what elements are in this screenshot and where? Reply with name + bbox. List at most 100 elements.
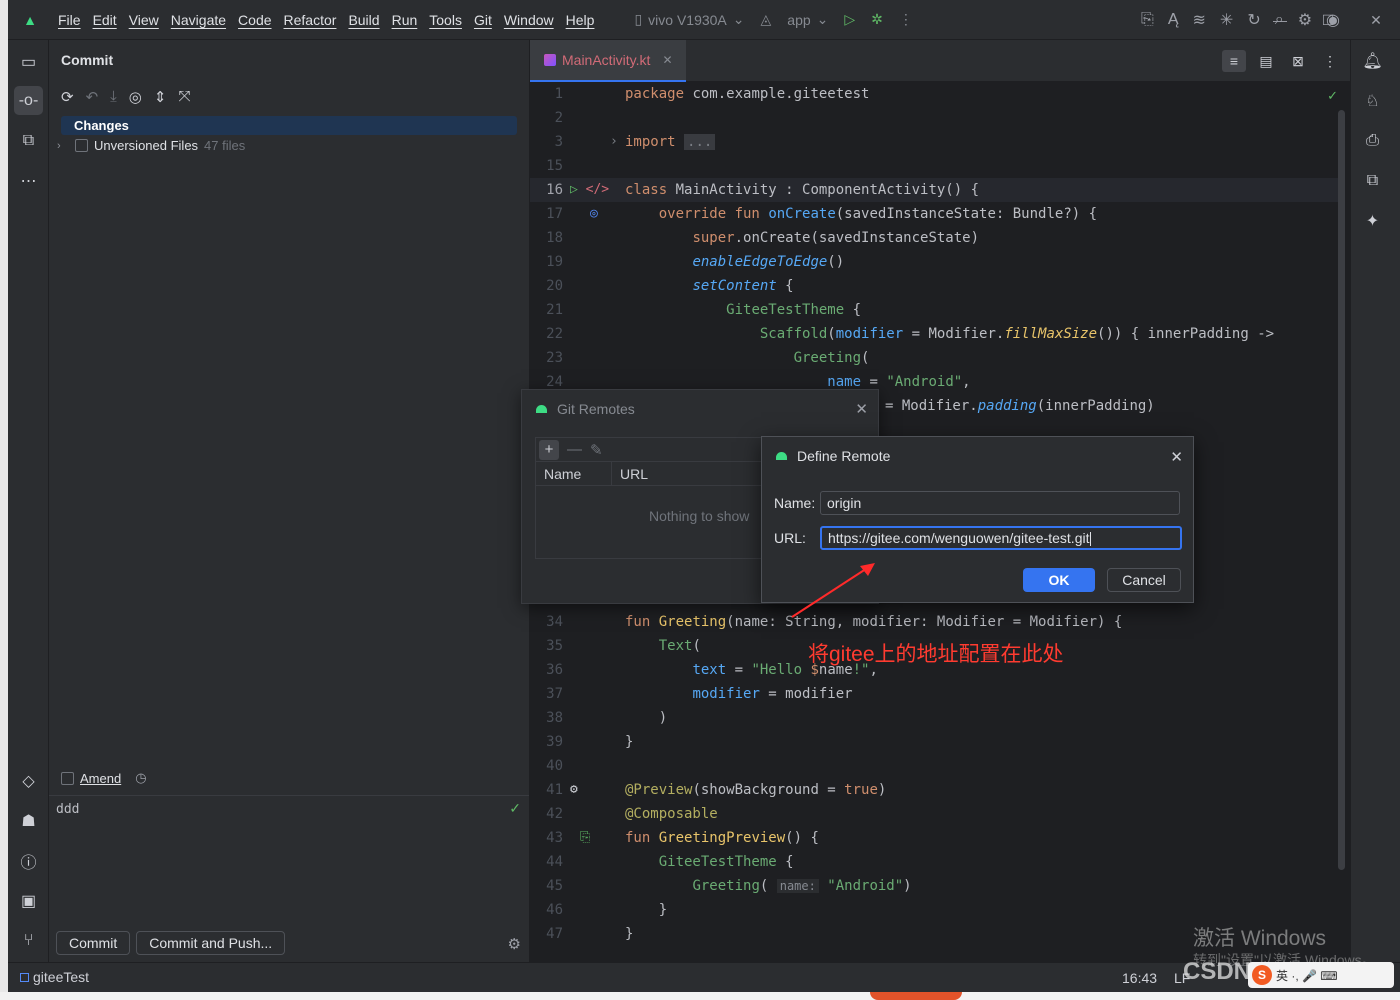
logcat-icon[interactable]: ☗ xyxy=(14,806,43,835)
commit-and-push-button[interactable]: Commit and Push... xyxy=(136,931,286,955)
maximize-icon[interactable]: ☐ xyxy=(1304,0,1352,40)
more-actions-icon[interactable]: ⋮ xyxy=(899,11,913,28)
close-icon[interactable]: ✕ xyxy=(855,400,868,418)
commit-tool-icon[interactable]: -o- xyxy=(14,86,43,115)
code-line: 21 GiteeTestTheme { xyxy=(546,302,862,318)
profiler-icon[interactable]: ≋ xyxy=(1193,10,1206,30)
chevron-right-icon[interactable]: › xyxy=(57,140,69,152)
code-line: 42 @Composable xyxy=(546,806,718,822)
code-line: 1 package com.example.giteetest xyxy=(554,86,870,102)
commit-panel: Commit ⟳ ↶ ⤓ ◎ ⇕ ⤧ Changes › Unversioned… xyxy=(49,40,530,962)
debug-icon[interactable]: ✲ xyxy=(871,11,883,28)
title-menu-bar: ▲ File Edit View Navigate Code Refactor … xyxy=(8,0,1400,40)
run-config-selector[interactable]: app xyxy=(787,12,810,28)
more-options-icon[interactable]: ⋮ xyxy=(1318,50,1342,72)
ok-button[interactable]: OK xyxy=(1023,568,1095,592)
eye-icon[interactable]: ◎ xyxy=(129,88,142,106)
close-tab-icon[interactable]: ✕ xyxy=(662,53,672,67)
panel-title: Commit xyxy=(61,52,114,68)
collapse-all-icon[interactable]: ⤧ xyxy=(178,88,190,106)
url-field[interactable]: https://gitee.com/wenguowen/gitee-test.g… xyxy=(820,526,1182,550)
menu-window[interactable]: Window xyxy=(498,0,560,40)
remove-remote-icon[interactable]: — xyxy=(567,441,582,458)
close-icon[interactable]: ✕ xyxy=(1170,448,1183,466)
menu-tools[interactable]: Tools xyxy=(423,0,468,40)
commit-message-text[interactable]: ddd xyxy=(56,802,79,817)
menu-edit[interactable]: Edit xyxy=(87,0,123,40)
history-clock-icon[interactable]: ◷ xyxy=(135,770,146,786)
run-gutter-icon[interactable]: ▷ </> xyxy=(570,178,610,202)
commit-button[interactable]: Commit xyxy=(56,931,131,955)
refresh-icon[interactable]: ⟳ xyxy=(61,88,74,106)
amend-checkbox[interactable] xyxy=(61,771,74,785)
tab-main-activity[interactable]: MainActivity.kt ✕ xyxy=(530,40,686,82)
changes-group[interactable]: Changes xyxy=(61,116,517,135)
close-window-icon[interactable]: ✕ xyxy=(1352,0,1400,40)
annotation-text: 将gitee上的地址配置在此处 xyxy=(808,643,1064,666)
project-name: giteeTest xyxy=(33,969,90,985)
device-manager-icon[interactable]: ⎘ xyxy=(1141,11,1154,29)
code-line: 23 Greeting( xyxy=(546,350,870,366)
app-inspection-icon[interactable]: ✳ xyxy=(1220,10,1233,30)
menu-help[interactable]: Help xyxy=(560,0,601,40)
menu-run[interactable]: Run xyxy=(386,0,424,40)
code-line: 44 GiteeTestTheme { xyxy=(546,854,794,870)
expand-all-icon[interactable]: ⇕ xyxy=(154,88,167,106)
terminal-icon[interactable]: ▣ xyxy=(14,886,43,915)
activation-watermark-title: 激活 Windows xyxy=(1193,927,1327,950)
check-icon: ✓ xyxy=(509,800,521,816)
column-url[interactable]: URL xyxy=(612,462,648,485)
editor-scrollbar[interactable] xyxy=(1338,110,1345,870)
gem-icon[interactable]: ◇ xyxy=(14,766,43,795)
android-icon xyxy=(776,452,787,460)
unversioned-files-row[interactable]: › Unversioned Files 47 files xyxy=(57,138,245,153)
translate-icon[interactable]: Ą xyxy=(1168,11,1179,29)
caret-position[interactable]: 16:43 xyxy=(1122,970,1157,986)
window-left-edge xyxy=(0,0,8,1000)
cancel-button[interactable]: Cancel xyxy=(1107,568,1181,592)
structure-icon[interactable]: ⧉ xyxy=(14,126,43,155)
override-gutter-icon[interactable]: ◎ xyxy=(590,202,630,226)
minimize-icon[interactable]: — xyxy=(1256,0,1304,40)
commit-message-area[interactable]: ddd ✓ xyxy=(49,795,529,920)
menu-build[interactable]: Build xyxy=(342,0,385,40)
project-breadcrumb[interactable]: giteeTest xyxy=(20,969,89,985)
code-line: 20 setContent { xyxy=(546,278,794,294)
name-field[interactable]: origin xyxy=(820,491,1180,515)
dialog-title: Define Remote xyxy=(797,448,891,464)
code-line: 16 ▷ </> class MainActivity : ComponentAct… xyxy=(530,178,1338,202)
device-selector[interactable]: vivo V1930A xyxy=(648,12,727,28)
code-view-icon[interactable]: ≡ xyxy=(1222,50,1246,72)
menu-navigate[interactable]: Navigate xyxy=(165,0,232,40)
gemini-sparkle-icon[interactable]: ✦ xyxy=(1358,206,1387,235)
notifications-bell-icon[interactable]: 🔔︎ xyxy=(1358,46,1387,75)
menu-file[interactable]: File xyxy=(52,0,87,40)
design-view-icon[interactable]: ⊠ xyxy=(1286,50,1310,72)
menu-git[interactable]: Git xyxy=(468,0,498,40)
preview-run-icon[interactable]: ⎘ xyxy=(580,826,620,850)
preview-gear-icon[interactable]: ⚙ xyxy=(570,778,610,802)
unversioned-checkbox[interactable] xyxy=(75,139,88,152)
project-folder-icon[interactable]: ▭ xyxy=(14,47,43,76)
more-tools-icon[interactable]: ⋯ xyxy=(14,166,43,195)
rollback-icon[interactable]: ↶ xyxy=(86,88,99,106)
edit-remote-icon[interactable]: ✎ xyxy=(590,441,603,459)
column-name[interactable]: Name xyxy=(536,462,612,485)
git-branch-icon[interactable]: ⑂ xyxy=(14,926,43,955)
editor-view-modes: ≡ ▤ ⊠ ⋮ xyxy=(1222,50,1342,72)
problems-icon[interactable]: ⓘ xyxy=(14,846,43,875)
menu-view[interactable]: View xyxy=(123,0,165,40)
device-file-explorer-icon[interactable]: ⎙ xyxy=(1358,126,1387,155)
menu-refactor[interactable]: Refactor xyxy=(278,0,343,40)
annotation-arrow xyxy=(791,563,875,618)
amend-label[interactable]: Amend xyxy=(80,771,121,786)
commit-options-gear-icon[interactable]: ⚙ xyxy=(508,935,521,953)
running-devices-icon[interactable]: ⧉ xyxy=(1358,166,1387,195)
android-icon xyxy=(536,405,547,413)
split-view-icon[interactable]: ▤ xyxy=(1254,50,1278,72)
run-icon[interactable]: ▷ xyxy=(844,11,855,28)
shelve-icon[interactable]: ⤓ xyxy=(110,88,117,106)
add-remote-icon[interactable]: + xyxy=(539,439,559,460)
menu-code[interactable]: Code xyxy=(232,0,277,40)
gradle-icon[interactable]: ♘ xyxy=(1358,86,1387,115)
